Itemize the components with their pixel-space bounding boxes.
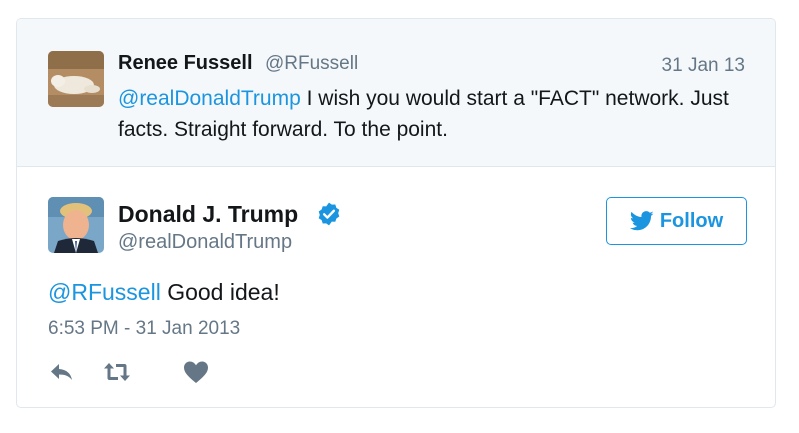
retweet-icon[interactable] xyxy=(103,359,131,385)
parent-author-name[interactable]: Renee Fussell xyxy=(118,52,253,75)
tweet-timestamp[interactable]: 6:53 PM - 31 Jan 2013 xyxy=(48,318,240,340)
twitter-bird-icon xyxy=(629,211,654,231)
follow-button[interactable]: Follow xyxy=(606,197,747,245)
reply-icon[interactable] xyxy=(48,359,76,385)
tweet-text: @RFussell Good idea! xyxy=(48,279,280,306)
author-name[interactable]: Donald J. Trump xyxy=(118,201,298,228)
embedded-tweet-card: Renee Fussell @RFussell 31 Jan 13 @realD… xyxy=(16,18,776,408)
tweet-mention-link[interactable]: @RFussell xyxy=(48,279,161,305)
portrait-avatar[interactable] xyxy=(48,197,104,253)
verified-badge-icon xyxy=(318,202,340,226)
tweet-body: Good idea! xyxy=(160,279,280,305)
parent-tweet-date[interactable]: 31 Jan 13 xyxy=(662,55,745,77)
parent-mention-link[interactable]: @realDonaldTrump xyxy=(118,87,301,110)
follow-button-label: Follow xyxy=(659,209,724,232)
parent-author-handle[interactable]: @RFussell xyxy=(265,53,358,75)
parent-tweet[interactable]: Renee Fussell @RFussell 31 Jan 13 @realD… xyxy=(17,19,775,167)
author-handle[interactable]: @realDonaldTrump xyxy=(118,231,292,254)
parent-tweet-text: @realDonaldTrump I wish you would start … xyxy=(118,83,758,145)
dog-photo-avatar[interactable] xyxy=(48,51,104,107)
like-heart-icon[interactable] xyxy=(182,359,210,385)
